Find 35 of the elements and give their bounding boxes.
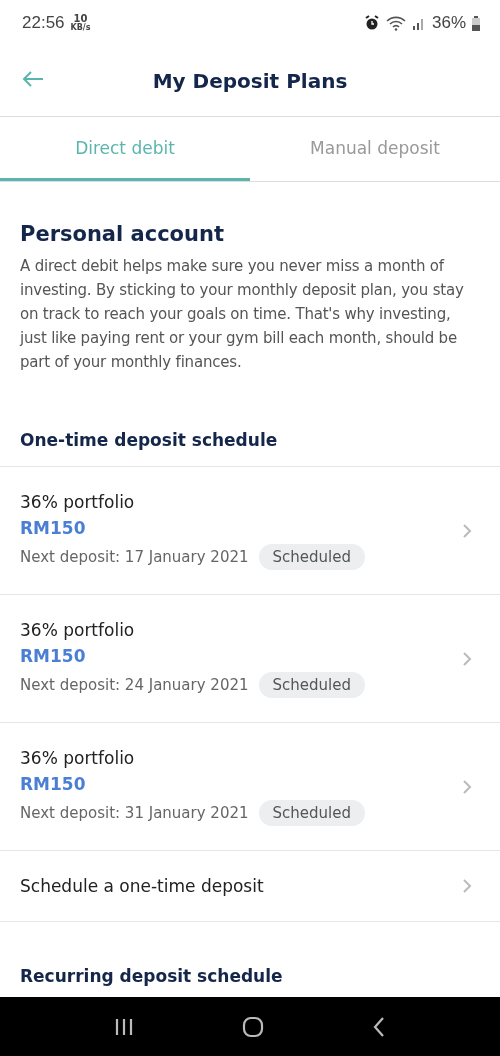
deposit-amount: RM150 [20, 773, 87, 794]
home-button[interactable] [242, 1015, 264, 1038]
page-title: My Deposit Plans [152, 69, 348, 93]
network-speed: 10 [73, 14, 88, 24]
chevron-right-icon [462, 522, 472, 539]
deposit-row[interactable]: 36% portfolio RM150 Next deposit: 17 January 2021 Scheduled [0, 467, 500, 595]
status-badge: Scheduled [258, 671, 365, 698]
signal-icon [411, 16, 426, 30]
chevron-right-icon [462, 878, 472, 894]
chevron-right-icon [462, 650, 472, 667]
back-nav-button[interactable] [372, 1015, 386, 1038]
next-deposit-date: Next deposit: 24 January 2021 [20, 675, 249, 694]
recent-apps-button[interactable] [114, 1016, 134, 1037]
battery-icon [472, 15, 480, 31]
alarm-icon [363, 15, 380, 31]
description-text: A direct debit helps make sure you never miss a month of investing. By sticking to your monthly deposit plan, you stay on track to reach your goals on time. That's why investing, just like paying rent or your gym bill each month, should be part of your monthly finances. [20, 256, 465, 373]
status-badge: Scheduled [258, 799, 365, 826]
portfolio-name: 36% portfolio [20, 491, 136, 512]
deposit-row[interactable]: 36% portfolio RM150 Next deposit: 31 January 2021 Scheduled [0, 723, 500, 851]
wifi-icon [385, 15, 406, 31]
portfolio-name: 36% portfolio [20, 619, 136, 640]
deposit-row[interactable]: 36% portfolio RM150 Next deposit: 24 January 2021 Scheduled [0, 595, 500, 723]
schedule-deposit-row[interactable]: Schedule a one-time deposit [0, 851, 500, 922]
network-speed-unit: KB/s [70, 24, 91, 32]
next-deposit-date: Next deposit: 17 January 2021 [20, 547, 249, 566]
deposit-amount: RM150 [20, 645, 87, 666]
next-deposit-date: Next deposit: 31 January 2021 [20, 803, 249, 822]
battery-percent: 36% [431, 13, 466, 33]
chevron-right-icon [462, 778, 472, 795]
section-title: Personal account [20, 222, 225, 246]
status-time: 22:56 [22, 13, 65, 33]
section-heading: One-time deposit schedule [0, 414, 500, 467]
portfolio-name: 36% portfolio [20, 747, 136, 768]
status-badge: Scheduled [258, 543, 365, 570]
deposit-amount: RM150 [20, 517, 87, 538]
